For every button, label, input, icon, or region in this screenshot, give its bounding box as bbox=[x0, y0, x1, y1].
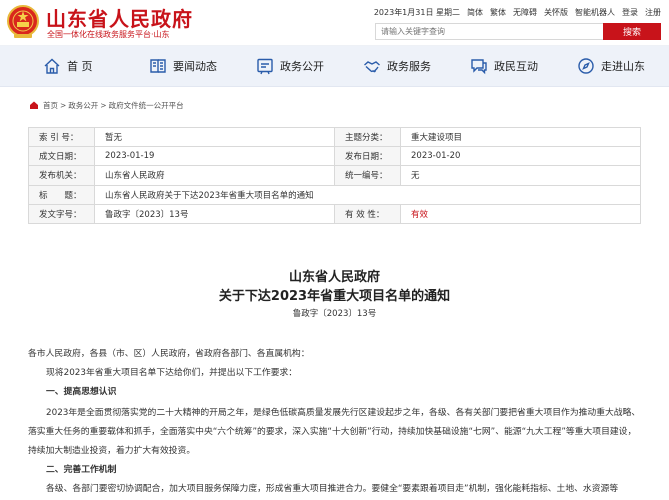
breadcrumb-separator: > bbox=[100, 100, 107, 110]
nav-item-services[interactable]: 政务服务 bbox=[321, 46, 431, 87]
nav-label: 走进山东 bbox=[601, 60, 645, 73]
validity-label: 有 效 性： bbox=[334, 203, 401, 224]
nav-label: 政民互动 bbox=[494, 60, 538, 73]
article-heading-1: 一、提高思想认识 bbox=[46, 387, 117, 397]
handshake-icon bbox=[364, 61, 380, 73]
link-robot[interactable]: 智能机器人 bbox=[575, 7, 615, 18]
top-utility-bar: 2023年1月31日 星期二 简体 繁体 无障碍 关怀版 智能机器人 登录 注册 bbox=[374, 7, 661, 18]
breadcrumb-open-government[interactable]: 政务公开 bbox=[68, 100, 98, 111]
nav-item-open-government[interactable]: 政务公开 bbox=[214, 46, 324, 87]
search-input[interactable] bbox=[375, 23, 603, 40]
megaphone-icon bbox=[257, 58, 273, 75]
breadcrumb-home[interactable]: 首页 bbox=[43, 100, 58, 111]
article-salutation: 各市人民政府，各县（市、区）人民政府，省政府各部门、各直属机构： bbox=[28, 349, 310, 359]
site-name[interactable]: 山东省人民政府 bbox=[46, 3, 193, 32]
main-nav: 首 页 要闻动态 政务公开 政务服务 政民互动 走进山东 bbox=[0, 46, 669, 87]
serial-number-label: 统一编号： bbox=[334, 165, 401, 186]
link-register[interactable]: 注册 bbox=[645, 7, 661, 18]
table-row: 发文字号： 鲁政字〔2023〕13号 有 效 性： 有效 bbox=[28, 203, 641, 224]
link-traditional[interactable]: 繁体 bbox=[490, 7, 506, 18]
validity-value: 有效 bbox=[400, 203, 641, 224]
site-header: 山东省人民政府 全国一体化在线政务服务平台·山东 2023年1月31日 星期二 … bbox=[0, 0, 669, 46]
nav-item-shandong[interactable]: 走进山东 bbox=[535, 46, 645, 87]
nav-label: 首 页 bbox=[67, 60, 93, 73]
document-number-label: 发文字号： bbox=[28, 203, 95, 224]
document-number-value: 鲁政字〔2023〕13号 bbox=[94, 203, 335, 224]
nav-label: 政务服务 bbox=[387, 60, 431, 73]
nav-item-home[interactable]: 首 页 bbox=[0, 46, 107, 87]
index-number-value: 暂无 bbox=[94, 126, 335, 148]
article-title-line-1: 山东省人民政府 bbox=[288, 270, 380, 285]
nav-label: 要闻动态 bbox=[173, 60, 217, 73]
link-login[interactable]: 登录 bbox=[622, 7, 638, 18]
article-document-number: 鲁政字〔2023〕13号 bbox=[292, 309, 377, 319]
table-row: 索 引 号： 暂无 主题分类： 重大建设项目 bbox=[28, 126, 641, 148]
created-date-label: 成文日期： bbox=[28, 146, 95, 167]
article-intro: 现将2023年省重大项目名单下达给你们，并提出以下工作要求： bbox=[46, 368, 298, 378]
category-value: 重大建设项目 bbox=[400, 126, 641, 148]
title-label: 标 题： bbox=[28, 184, 95, 205]
nav-item-interaction[interactable]: 政民互动 bbox=[428, 46, 538, 87]
search-bar: 搜索 bbox=[375, 23, 661, 40]
issuer-value: 山东省人民政府 bbox=[94, 165, 335, 186]
chat-icon bbox=[471, 59, 487, 75]
table-row: 标 题： 山东省人民政府关于下达2023年省重大项目名单的通知 bbox=[28, 184, 641, 205]
site-slogan: 全国一体化在线政务服务平台·山东 bbox=[47, 30, 170, 39]
issuer-label: 发布机关： bbox=[28, 165, 95, 186]
created-date-value: 2023-01-19 bbox=[94, 146, 335, 167]
article-paragraph-1: 2023年是全面贯彻落实党的二十大精神的开局之年，是绿色低碳高质量发展先行区建设… bbox=[28, 408, 641, 456]
article-paragraph-2: 各级、各部门要密切协调配合，加大项目服务保障力度，形成省重大项目推进合力。要健全… bbox=[46, 484, 619, 494]
home-icon bbox=[44, 58, 60, 74]
published-date-value: 2023-01-20 bbox=[400, 146, 641, 167]
published-date-label: 发布日期： bbox=[334, 146, 401, 167]
nav-label: 政务公开 bbox=[280, 60, 324, 73]
location-pin-icon bbox=[578, 58, 594, 74]
title-value: 山东省人民政府关于下达2023年省重大项目名单的通知 bbox=[94, 184, 641, 205]
document-info-table: 索 引 号： 暂无 主题分类： 重大建设项目 成文日期： 2023-01-19 … bbox=[28, 126, 641, 224]
search-button[interactable]: 搜索 bbox=[603, 23, 661, 40]
link-simplified[interactable]: 简体 bbox=[467, 7, 483, 18]
breadcrumb-separator: > bbox=[60, 100, 67, 110]
article-title-line-2: 关于下达2023年省重大项目名单的通知 bbox=[218, 289, 451, 304]
link-accessibility[interactable]: 无障碍 bbox=[513, 7, 537, 18]
breadcrumb: 首页 > 政务公开 > 政府文件统一公开平台 bbox=[0, 93, 669, 117]
breadcrumb-home-icon bbox=[30, 101, 38, 109]
nav-item-news[interactable]: 要闻动态 bbox=[107, 46, 217, 87]
link-care-mode[interactable]: 关怀版 bbox=[544, 7, 568, 18]
article-heading-2: 二、完善工作机制 bbox=[46, 465, 117, 475]
newspaper-icon bbox=[150, 59, 166, 73]
national-emblem-icon bbox=[7, 5, 39, 38]
breadcrumb-file-platform[interactable]: 政府文件统一公开平台 bbox=[109, 100, 184, 111]
current-date: 2023年1月31日 星期二 bbox=[373, 8, 460, 17]
table-row: 发布机关： 山东省人民政府 统一编号： 无 bbox=[28, 165, 641, 186]
category-label: 主题分类： bbox=[334, 126, 401, 148]
index-number-label: 索 引 号： bbox=[28, 126, 95, 148]
serial-number-value: 无 bbox=[400, 165, 641, 186]
table-row: 成文日期： 2023-01-19 发布日期： 2023-01-20 bbox=[28, 146, 641, 167]
